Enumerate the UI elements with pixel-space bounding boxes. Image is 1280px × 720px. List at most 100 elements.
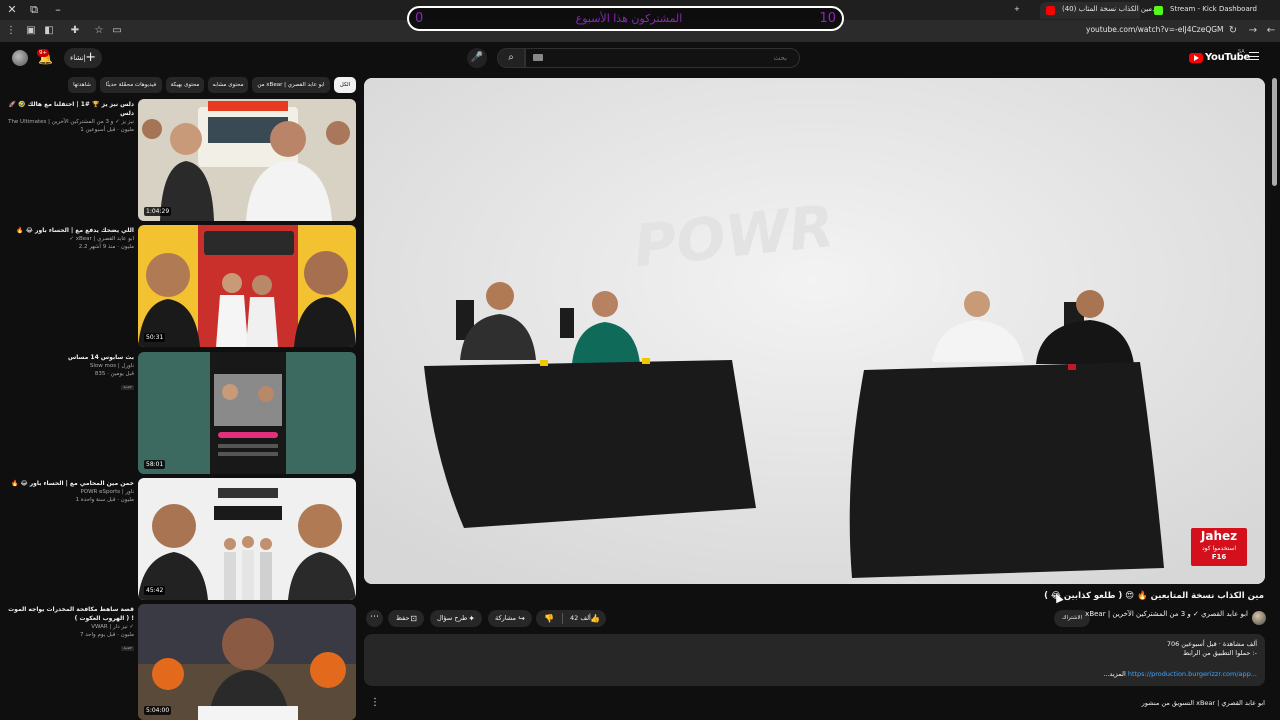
overlay-left-count: 0 (415, 11, 424, 26)
reload-icon[interactable]: ↻ (1226, 24, 1240, 38)
video-title: مين الكذاب نسخة المتابعين 🔥 😍 ( طلعو كذا… (1044, 591, 1264, 601)
chip-related[interactable]: محتوى مشابه (208, 77, 248, 93)
recommended-video-channel[interactable]: VWAR | نيز دار ✓ (4, 623, 134, 631)
channel-name[interactable]: xBear | ابو عابد القصري ✓ و 3 من المشترك… (1085, 610, 1248, 619)
minimize-window-icon[interactable]: – (50, 2, 66, 18)
recommended-video-channel[interactable]: Slow mos | ناورل (4, 362, 134, 370)
maximize-window-icon[interactable]: ⧉ (26, 2, 42, 18)
recommended-video[interactable]: قصة ساهط مكافحة المخدرات يواجه الموت ( ا… (0, 604, 356, 720)
recommended-video-thumbnail[interactable]: 58:01 (138, 352, 356, 474)
recommended-video-channel[interactable]: The Ultimates | نيز يز ✓ و 3 من المشتركي… (4, 118, 134, 126)
ask-button[interactable]: طرح سؤال ✦ (430, 610, 482, 627)
recommended-video[interactable]: 🔥 😂 اللي يضحك يدفع مع | الحساء باور ✓ xB… (0, 225, 356, 347)
thumbnail-image (138, 478, 356, 600)
recommended-video-title[interactable]: 🚀 🤣 دلس نيز يز 🏆 #1 | احتفلنا مع هالك دل… (4, 100, 134, 118)
extensions-puzzle-icon[interactable]: ✚ (68, 24, 82, 38)
new-badge: جديد (121, 646, 134, 651)
new-tab-button[interactable]: + (1014, 2, 1028, 19)
description-link-row: ...المزيد https://production.burgerizzr.… (1103, 670, 1257, 678)
chip-from-channel-related[interactable]: محتوى بهيكة (166, 77, 204, 93)
sparkle-icon: ✦ (468, 614, 475, 623)
recommended-video[interactable]: بث سابوس 14 مساس Slow mos | ناورل 835 · … (0, 352, 356, 474)
like-count[interactable]: 42 ألف (570, 610, 591, 627)
recommended-video-thumbnail[interactable]: 5:04:00 (138, 604, 356, 720)
tab-kick-label: Stream - Kick Dashboard (1170, 5, 1257, 13)
tab-youtube[interactable]: (40) مين الكذاب نسخة المتاب... (1040, 2, 1159, 19)
more-actions-icon[interactable]: ⋯ (366, 610, 383, 627)
recommended-video-title[interactable]: بث سابوس 14 مساس (4, 353, 134, 362)
extension-icon[interactable]: ▣ (24, 24, 38, 38)
recommended-video-thumbnail[interactable]: 45:42 (138, 478, 356, 600)
thumbnail-image (138, 99, 356, 221)
like-dislike-group: 👎 42 ألف 👍 (536, 610, 606, 627)
menu-dots-icon[interactable]: ⋮ (4, 24, 18, 38)
overlay-title: المشتركون هذا الأسبوع (575, 12, 683, 25)
back-icon[interactable]: ← (1264, 24, 1278, 38)
sponsor-brand: Jahez (1200, 529, 1238, 543)
recommended-video-title[interactable]: قصة ساهط مكافحة المخدرات يواجه الموت ( ا… (4, 605, 134, 623)
recommended-video-channel[interactable]: ✓ xBear | ابو عابد القصري (4, 235, 134, 243)
notification-badge: 9+ (37, 49, 50, 57)
description-line: حملوا التطبيق من الرابط :- (1183, 649, 1257, 657)
create-button[interactable]: إنشاء + (64, 48, 102, 68)
youtube-header: 🔔 9+ إنشاء + 🎤 ⌕ YouTube SA (0, 42, 1280, 74)
video-description[interactable]: 706 ألف مشاهدة · قبل أسبوعين حملوا التطب… (364, 634, 1265, 686)
video-duration: 58:01 (144, 460, 166, 469)
recommended-video-meta: 1 مليون · قبل أسبوعين (80, 127, 134, 133)
video-player[interactable]: POWR Jahez استخدموا كود F16 (364, 78, 1265, 584)
channel-avatar[interactable] (1252, 611, 1266, 625)
share-label: مشاركة (495, 614, 516, 622)
extension-icon[interactable]: ◧ (42, 24, 56, 38)
recommended-video-title[interactable]: 🔥 😂 خمن مين المحامي مع | الحساء باور (4, 479, 134, 488)
url-field[interactable]: youtube.com/watch?v=-eIJ4CzeQGM (1086, 25, 1224, 34)
recommended-video-info: 🔥 😂 خمن مين المحامي مع | الحساء باور POW… (4, 479, 134, 504)
recommended-video-info: بث سابوس 14 مساس Slow mos | ناورل 835 · … (4, 353, 134, 391)
recommended-video-meta: 835 · قبل يومين (94, 371, 134, 377)
share-arrow-icon: ↪ (518, 614, 525, 623)
search-button[interactable]: ⌕ (497, 48, 525, 68)
more-options-icon[interactable]: ⋮ (370, 697, 380, 708)
tab-kick[interactable]: Stream - Kick Dashboard (1148, 2, 1257, 19)
recommended-video[interactable]: 🚀 🤣 دلس نيز يز 🏆 #1 | احتفلنا مع هالك دل… (0, 99, 356, 221)
guide-menu-icon[interactable] (1249, 52, 1259, 60)
share-button[interactable]: مشاركة ↪ (488, 610, 532, 627)
plus-icon: + (85, 50, 96, 65)
sponsor-badge: Jahez استخدموا كود F16 (1191, 528, 1247, 566)
recommended-video[interactable]: 🔥 😂 خمن مين المحامي مع | الحساء باور POW… (0, 478, 356, 600)
ask-label: طرح سؤال (437, 614, 468, 622)
cast-icon[interactable]: ▭ (110, 24, 124, 38)
chip-recently-uploaded[interactable]: فيديوهات محمّلة حديثًا (100, 77, 162, 93)
dislike-icon[interactable]: 👎 (544, 610, 554, 627)
voice-search-mic-icon[interactable]: 🎤 (467, 48, 487, 68)
like-icon[interactable]: 👍 (590, 610, 600, 627)
save-button[interactable]: حفظ ⊡ (388, 610, 424, 627)
search-input[interactable] (526, 49, 799, 67)
kick-favicon-icon (1154, 6, 1163, 15)
bookmark-star-icon[interactable]: ☆ (92, 24, 106, 38)
recommended-video-thumbnail[interactable]: 1:04:29 (138, 99, 356, 221)
show-more-link[interactable]: ...المزيد (1103, 670, 1126, 678)
recommended-video-channel[interactable]: POWR eSports | ناور (4, 488, 134, 496)
chip-watched[interactable]: شاهدتها (68, 77, 96, 93)
thumbnail-image (138, 352, 356, 474)
recommended-video-info: قصة ساهط مكافحة المخدرات يواجه الموت ( ا… (4, 605, 134, 652)
recommended-video-info: 🚀 🤣 دلس نيز يز 🏆 #1 | احتفلنا مع هالك دل… (4, 100, 134, 134)
recommended-video-thumbnail[interactable]: 50:31 (138, 225, 356, 347)
comments-header: ⋮ التسويق من منشور xBear | ابو عابد القص… (364, 696, 1265, 716)
app-link[interactable]: https://production.burgerizzr.com/app... (1128, 670, 1257, 678)
recommended-video-meta: 1 مليون · قبل سنة واحدة (75, 497, 134, 503)
chip-all[interactable]: الكل (334, 77, 356, 93)
page-scrollbar[interactable] (1272, 78, 1277, 186)
view-count: 706 ألف مشاهدة · قبل أسبوعين (1166, 640, 1257, 648)
description-text: 706 ألف مشاهدة · قبل أسبوعين حملوا التطب… (1167, 640, 1257, 658)
stream-subscribers-overlay: 0 المشتركون هذا الأسبوع 10 (407, 6, 844, 31)
save-label: حفظ (396, 614, 410, 622)
forward-icon[interactable]: → (1246, 24, 1260, 38)
chip-from-channel[interactable]: من xBear | ابو عابد القصري (252, 77, 330, 93)
close-window-icon[interactable]: ✕ (4, 2, 20, 18)
thumbnail-image (138, 225, 356, 347)
keyboard-icon[interactable] (533, 54, 543, 61)
recommended-video-title[interactable]: 🔥 😂 اللي يضحك يدفع مع | الحساء باور (4, 226, 134, 235)
video-duration: 45:42 (144, 586, 166, 595)
account-avatar[interactable] (12, 50, 28, 66)
